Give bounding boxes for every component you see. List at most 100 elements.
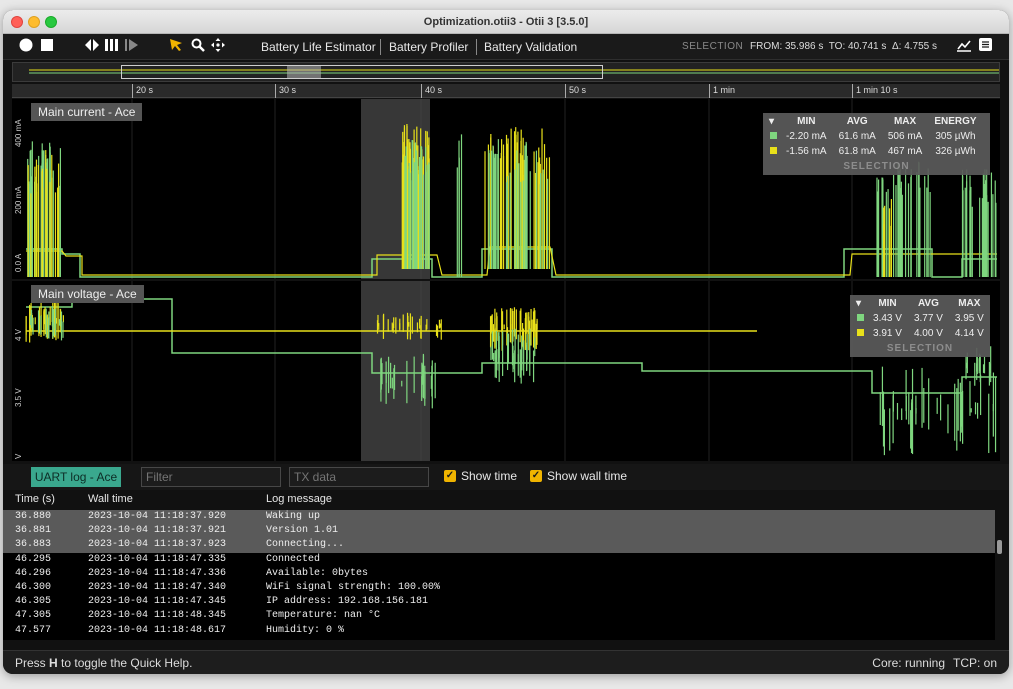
time-tick: 1 min 10 s xyxy=(852,84,898,98)
core-status: Core: running xyxy=(872,656,945,670)
current-y-tick: 200 mA xyxy=(14,186,23,214)
stats-row: -2.20 mA 61.6 mA 506 mA 305 µWh xyxy=(763,129,983,144)
current-plot-title: Main current - Ace xyxy=(31,103,143,121)
tx-data-input[interactable] xyxy=(289,467,429,487)
log-table[interactable]: 36.880 2023-10-04 11:18:37.920 Waking up 3… xyxy=(3,510,995,640)
current-plot[interactable]: 400 mA 200 mA 0.0 A Main current - Ace ▾… xyxy=(12,99,1000,279)
show-time-label: Show time xyxy=(461,469,518,483)
column-header-time[interactable]: Time (s) xyxy=(15,493,55,505)
collapse-icon[interactable]: ▾ xyxy=(763,113,780,129)
time-tick: 40 s xyxy=(421,84,442,98)
voltage-y-tick: 4 V xyxy=(14,328,23,341)
zoom-icon[interactable] xyxy=(191,38,205,56)
voltage-plot[interactable]: 4 V 3.5 V V Main voltage - Ace ▾ MIN AVG… xyxy=(12,281,1000,461)
stats-header: MAX xyxy=(893,116,917,127)
filter-input[interactable] xyxy=(141,467,281,487)
stop-icon[interactable] xyxy=(41,38,53,56)
list-view-icon[interactable] xyxy=(979,38,992,56)
time-ruler[interactable]: 20 s 30 s 40 s 50 s 1 min 1 min 10 s xyxy=(12,84,1000,98)
status-bar: Press H to toggle the Quick Help. Core: … xyxy=(3,650,1009,674)
select-cursor-icon[interactable] xyxy=(169,38,183,56)
title-bar: Optimization.otii3 - Otii 3 [3.5.0] xyxy=(3,10,1009,34)
stats-avg: 3.77 V xyxy=(913,313,943,324)
tcp-status: TCP: on xyxy=(952,656,997,670)
stats-max: 506 mA xyxy=(887,131,923,142)
menu-separator xyxy=(476,39,477,55)
selection-info: SELECTION FROM: 35.986 s TO: 40.741 s Δ:… xyxy=(682,41,937,52)
stats-avg: 61.6 mA xyxy=(838,131,876,142)
log-scrollbar[interactable] xyxy=(995,510,1009,640)
selection-label: SELECTION xyxy=(682,41,744,52)
timeline-overview[interactable] xyxy=(12,62,1000,82)
time-tick: 1 min xyxy=(709,84,735,98)
show-time-checkbox[interactable]: ✓ xyxy=(444,470,456,482)
time-tick: 30 s xyxy=(275,84,296,98)
stats-avg: 4.00 V xyxy=(913,328,943,339)
fit-width-icon[interactable] xyxy=(85,38,99,56)
stats-min: 3.91 V xyxy=(873,328,902,339)
stats-max: 3.95 V xyxy=(954,313,984,324)
table-row[interactable]: 36.880 2023-10-04 11:18:37.920 Waking up xyxy=(3,510,995,525)
stats-row: 3.91 V 4.00 V 4.14 V xyxy=(850,326,990,341)
stats-row: 3.43 V 3.77 V 3.95 V xyxy=(850,311,990,326)
column-header-wall-time[interactable]: Wall time xyxy=(88,493,133,505)
time-tick: 20 s xyxy=(132,84,153,98)
play-to-end-icon[interactable] xyxy=(125,38,139,56)
voltage-y-tick: V xyxy=(14,453,23,459)
table-row[interactable]: 36.881 2023-10-04 11:18:37.921 Version 1.0… xyxy=(3,524,995,539)
current-y-tick: 400 mA xyxy=(14,119,23,147)
battery-life-estimator-menu[interactable]: Battery Life Estimator xyxy=(261,40,376,54)
stats-min: -2.20 mA xyxy=(786,131,827,142)
stats-avg: 61.8 mA xyxy=(838,146,876,157)
voltage-stats-panel: ▾ MIN AVG MAX 3.43 V 3.77 V 3.95 V 3.91 … xyxy=(850,295,990,357)
log-table-header: Time (s) Wall time Log message xyxy=(3,490,1009,510)
record-icon[interactable] xyxy=(19,38,33,56)
current-stats-panel: ▾ MIN AVG MAX ENERGY -2.20 mA 61.6 mA 50… xyxy=(763,113,990,175)
table-row[interactable]: 36.883 2023-10-04 11:18:37.923 Connecting.… xyxy=(3,538,995,553)
stats-footer: SELECTION xyxy=(886,343,954,354)
overview-view-window[interactable] xyxy=(121,65,603,79)
table-row[interactable]: 46.296 2023-10-04 11:18:47.336 Available: … xyxy=(3,567,995,581)
uart-log-tab[interactable]: UART log - Ace xyxy=(31,467,121,487)
close-window-button[interactable] xyxy=(11,16,23,28)
yellow-series-swatch xyxy=(769,147,777,154)
table-row[interactable]: 47.305 2023-10-04 11:18:48.345 Temperature… xyxy=(3,609,995,623)
stats-header: MIN xyxy=(797,116,816,127)
scrollbar-thumb[interactable] xyxy=(997,540,1002,554)
minimize-window-button[interactable] xyxy=(28,16,40,28)
zoom-window-button[interactable] xyxy=(45,16,57,28)
app-window: Optimization.otii3 - Otii 3 [3.5.0] Batt… xyxy=(3,10,1009,674)
table-row[interactable]: 46.295 2023-10-04 11:18:47.335 Connected xyxy=(3,553,995,567)
green-series-swatch xyxy=(769,132,777,139)
show-wall-time-label: Show wall time xyxy=(547,469,628,483)
table-row[interactable]: 46.300 2023-10-04 11:18:47.340 WiFi signal… xyxy=(3,581,995,595)
green-series-swatch xyxy=(856,314,864,321)
stats-footer: SELECTION xyxy=(843,161,910,172)
voltage-plot-title: Main voltage - Ace xyxy=(31,285,144,303)
stats-header: ENERGY xyxy=(934,116,977,127)
chart-view-icon[interactable] xyxy=(957,38,971,56)
selection-from: FROM: 35.986 s xyxy=(750,41,824,52)
stats-header: AVG xyxy=(846,116,868,127)
stats-min: -1.56 mA xyxy=(786,146,827,157)
uart-toolbar: UART log - Ace ✓ Show time ✓ Show wall t… xyxy=(3,464,1009,490)
pan-icon[interactable] xyxy=(211,38,225,56)
time-tick: 50 s xyxy=(565,84,586,98)
toolbar: Battery Life Estimator Battery Profiler … xyxy=(3,34,1009,60)
column-header-log-message[interactable]: Log message xyxy=(266,493,332,505)
stats-header: MAX xyxy=(958,298,981,309)
battery-profiler-menu[interactable]: Battery Profiler xyxy=(389,40,468,54)
battery-validation-menu[interactable]: Battery Validation xyxy=(484,40,577,54)
stats-max: 467 mA xyxy=(887,146,923,157)
stats-row: -1.56 mA 61.8 mA 467 mA 326 µWh xyxy=(763,144,983,159)
stats-header: AVG xyxy=(917,298,939,309)
current-y-tick: 0.0 A xyxy=(14,253,23,272)
collapse-icon[interactable]: ▾ xyxy=(850,295,867,311)
table-row[interactable]: 47.577 2023-10-04 11:18:48.617 Humidity: 0… xyxy=(3,624,995,638)
show-wall-time-checkbox[interactable]: ✓ xyxy=(530,470,542,482)
yellow-series-swatch xyxy=(856,329,864,336)
columns-icon[interactable] xyxy=(105,38,119,56)
table-row[interactable]: 46.305 2023-10-04 11:18:47.345 IP address:… xyxy=(3,595,995,609)
stats-energy: 305 µWh xyxy=(935,131,976,142)
quick-help-hint: Press H to toggle the Quick Help. xyxy=(15,656,193,670)
